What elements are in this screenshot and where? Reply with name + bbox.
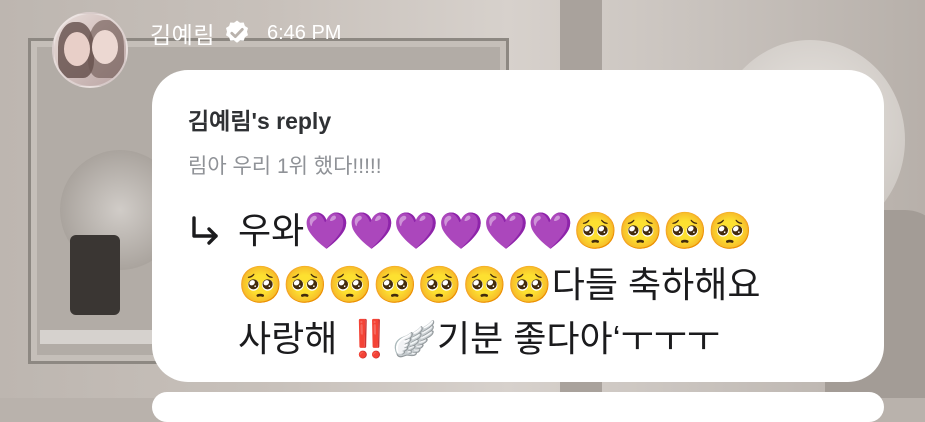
timestamp: 6:46 PM: [266, 21, 342, 44]
reply-body: 우와💜💜💜💜💜💜🥺🥺🥺🥺 🥺🥺🥺🥺🥺🥺🥺다들 축하해요 사랑해 ‼️🪽기분 좋다…: [188, 204, 848, 366]
reply-arrow-icon: [188, 204, 238, 366]
reply-card: 김예림's reply 림아 우리 1위 했다!!!!! 우와💜💜💜💜💜💜🥺🥺🥺…: [152, 70, 884, 382]
reply-title: 김예림's reply: [188, 108, 332, 134]
reply-message: 우와💜💜💜💜💜💜🥺🥺🥺🥺 🥺🥺🥺🥺🥺🥺🥺다들 축하해요 사랑해 ‼️🪽기분 좋다…: [238, 204, 838, 366]
avatar[interactable]: [52, 12, 128, 88]
message-line: 우와💜💜💜💜💜💜🥺🥺🥺🥺: [238, 210, 753, 251]
verified-badge-icon: [225, 20, 248, 43]
quoted-message: 림아 우리 1위 했다!!!!!: [188, 155, 382, 178]
message-line: 🥺🥺🥺🥺🥺🥺🥺다들 축하해요: [238, 264, 761, 305]
next-reply-card: [152, 392, 884, 422]
post-meta: 김예림 6:46 PM: [150, 16, 341, 50]
message-line: 사랑해 ‼️🪽기분 좋다아‘ㅜㅜㅜ: [238, 318, 720, 359]
username[interactable]: 김예림: [150, 16, 215, 50]
